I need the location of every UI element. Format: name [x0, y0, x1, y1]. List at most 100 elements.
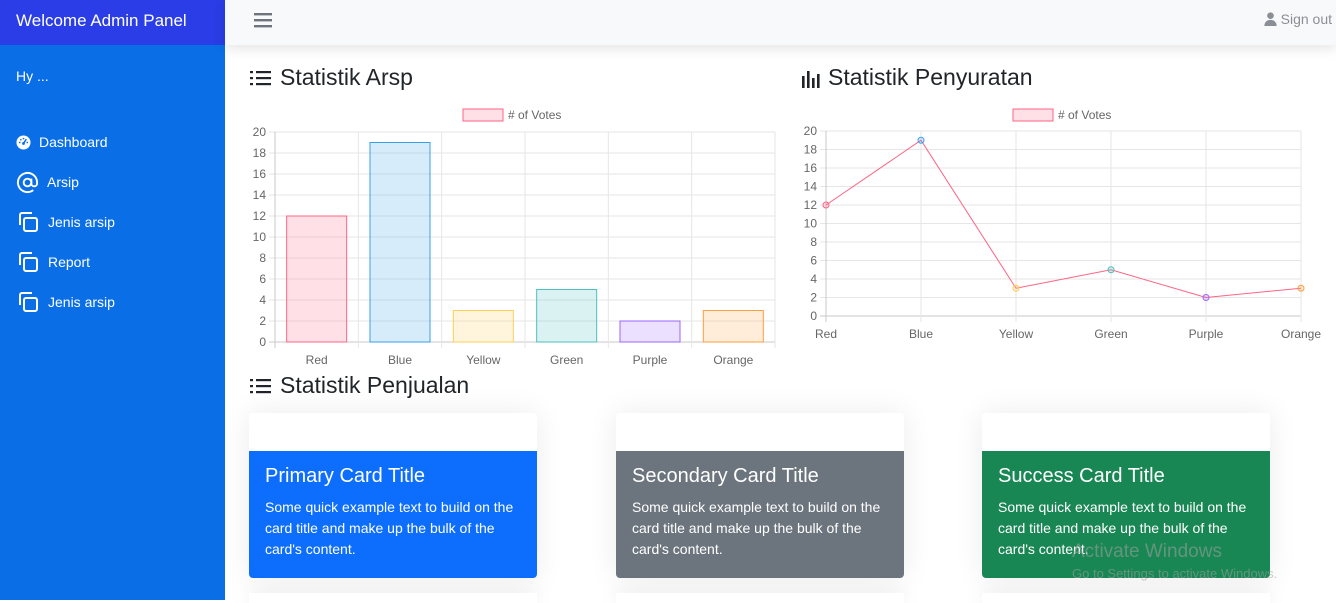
card-next-row	[616, 593, 904, 603]
card-next-row	[249, 593, 537, 603]
bar	[702, 310, 764, 343]
series-line	[825, 139, 1302, 299]
line-chart: # of Votes 0 2 4 6 8 10 12 14 16 18 20 Red Blue Yellow…	[804, 108, 1322, 341]
card-text: Some quick example text to build on the …	[632, 499, 881, 557]
x-tick-label: Green	[550, 353, 583, 367]
x-tick-label: Green	[1094, 327, 1127, 341]
at-icon	[16, 171, 39, 193]
card-title: Secondary Card Title	[632, 465, 819, 487]
card-title: Success Card Title	[998, 465, 1165, 487]
sidebar-item-label: Arsip	[47, 174, 79, 190]
x-tick-label: Yellow	[999, 327, 1034, 341]
legend-swatch	[1012, 108, 1054, 122]
brand-title[interactable]: Welcome Admin Panel	[0, 0, 225, 45]
data-point	[1107, 266, 1115, 274]
section-title-penjualan: Statistik Penjualan	[250, 372, 469, 399]
sidebar-item-jenis-arsip[interactable]: Jenis arsip	[16, 202, 115, 242]
section-title-text: Statistik Penjualan	[280, 372, 470, 398]
sidebar-item-jenis-arsip-2[interactable]: Jenis arsip	[16, 282, 115, 322]
sign-out-label: Sign out	[1280, 11, 1332, 27]
sign-out-link[interactable]: Sign out	[1264, 11, 1332, 27]
sidebar: Welcome Admin Panel Hy ... Dashboard Ars…	[0, 0, 225, 600]
bar	[619, 320, 681, 343]
y-tick-label: 14	[253, 188, 267, 202]
card-next-row	[982, 593, 1270, 603]
watermark-subtitle: Go to Settings to activate Windows.	[1072, 566, 1278, 581]
sidebar-item-label: Report	[48, 254, 91, 270]
y-tick-label: 6	[259, 272, 266, 286]
legend-label: # of Votes	[508, 108, 561, 122]
copy-icon	[19, 212, 38, 232]
x-tick-label: Purple	[633, 353, 668, 367]
card-header	[616, 413, 904, 451]
y-tick-label: 2	[259, 314, 266, 328]
x-tick-label: Red	[306, 353, 328, 367]
sidebar-item-dashboard[interactable]: Dashboard	[16, 122, 115, 162]
y-tick-label: 8	[810, 235, 817, 249]
y-tick-label: 10	[804, 217, 818, 231]
sidebar-item-label: Jenis arsip	[48, 214, 115, 230]
x-tick-label: Blue	[388, 353, 412, 367]
copy-icon	[19, 292, 38, 312]
x-tick-label: Blue	[909, 327, 933, 341]
list-icon	[250, 70, 271, 85]
section-title-arsip: Statistik Arsp	[250, 64, 413, 91]
y-tick-label: 12	[804, 198, 818, 212]
y-tick-label: 6	[810, 254, 817, 268]
x-tick-label: Orange	[1281, 327, 1321, 341]
sidebar-item-arsip[interactable]: Arsip	[16, 162, 115, 202]
legend-label: # of Votes	[1058, 108, 1111, 122]
data-point	[917, 136, 925, 144]
y-tick-label: 12	[253, 209, 267, 223]
bar-chart-icon	[802, 70, 820, 88]
greeting-text: Hy ...	[16, 68, 49, 84]
card-secondary: Secondary Card Title Some quick example …	[616, 413, 904, 578]
card-header	[982, 413, 1270, 451]
section-title-penyuratan: Statistik Penyuratan	[802, 64, 1033, 91]
sidebar-nav: Dashboard Arsip Jenis arsip Report Jenis…	[16, 122, 115, 322]
x-tick-label: Purple	[1189, 327, 1224, 341]
y-tick-label: 4	[810, 272, 817, 286]
y-tick-label: 16	[804, 161, 818, 175]
y-tick-label: 18	[253, 146, 267, 160]
y-tick-label: 0	[810, 309, 817, 323]
bar-chart: # of Votes 0 2 4 6 8 10 12 14 16 18 20 Red Blue Yellow…	[253, 108, 776, 367]
sidebar-item-label: Dashboard	[39, 134, 108, 150]
bar	[369, 142, 431, 343]
card-body: Secondary Card Title Some quick example …	[616, 451, 904, 578]
y-tick-label: 20	[253, 125, 267, 139]
data-point	[1202, 294, 1210, 301]
legend-swatch	[462, 108, 504, 122]
card-text: Some quick example text to build on the …	[265, 499, 514, 557]
section-title-text: Statistik Penyuratan	[828, 64, 1033, 90]
sidebar-item-label: Jenis arsip	[48, 294, 115, 310]
card-header	[249, 413, 537, 451]
bar	[286, 215, 348, 343]
section-title-text: Statistik Arsp	[280, 64, 413, 90]
x-tick-label: Yellow	[466, 353, 501, 367]
user-icon	[1264, 12, 1277, 26]
activation-watermark: Activate Windows Go to Settings to activ…	[1072, 541, 1277, 581]
bar	[536, 289, 598, 343]
menu-toggle-icon[interactable]	[253, 10, 273, 35]
sidebar-item-report[interactable]: Report	[16, 242, 115, 282]
card-body: Primary Card Title Some quick example te…	[249, 451, 537, 578]
y-tick-label: 2	[810, 291, 817, 305]
list-icon	[250, 378, 271, 393]
y-tick-label: 14	[804, 180, 818, 194]
copy-icon	[19, 252, 38, 272]
top-navbar: Sign out	[225, 0, 1336, 45]
data-point	[822, 201, 830, 209]
x-tick-label: Red	[815, 327, 837, 341]
y-tick-label: 8	[259, 251, 266, 265]
y-tick-label: 20	[804, 124, 818, 138]
dashboard-icon	[16, 134, 31, 150]
y-tick-label: 0	[259, 335, 266, 349]
bar	[452, 310, 514, 343]
y-tick-label: 4	[259, 293, 266, 307]
card-primary: Primary Card Title Some quick example te…	[249, 413, 537, 578]
x-tick-label: Orange	[713, 353, 753, 367]
data-point	[1012, 284, 1020, 292]
watermark-title: Activate Windows	[1072, 541, 1222, 562]
y-tick-label: 10	[253, 230, 267, 244]
